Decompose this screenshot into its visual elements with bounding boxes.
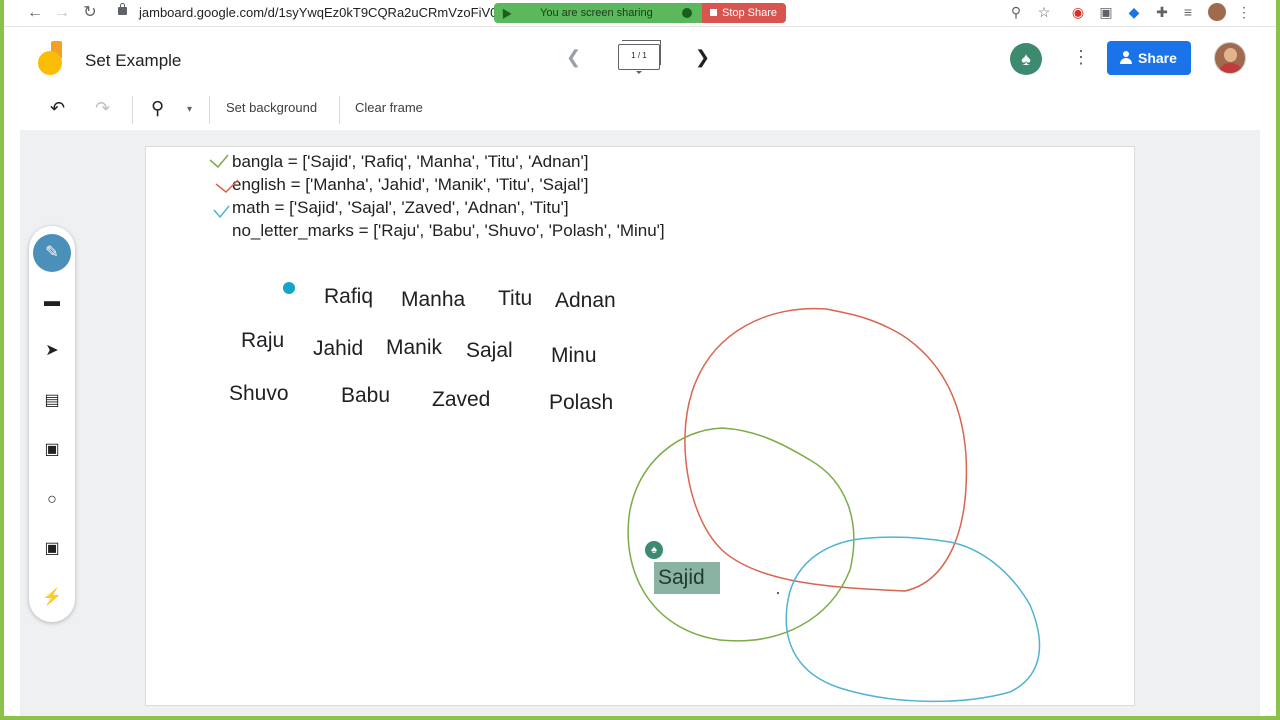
redo-icon[interactable]: ↷ (95, 98, 110, 119)
divider (132, 96, 133, 124)
previous-frame-icon[interactable]: ❮ (566, 47, 581, 68)
share-button[interactable]: Share (1107, 41, 1191, 75)
text-box-tool-icon[interactable]: ▣ (33, 530, 71, 568)
shield-icon (682, 8, 692, 18)
lock-icon (118, 3, 127, 15)
divider (339, 96, 340, 124)
eraser-tool-icon[interactable]: ▬ (33, 283, 71, 321)
menu-dots-icon[interactable]: ⋮ (1236, 4, 1252, 20)
name-manik[interactable]: Manik (386, 336, 442, 360)
bookmark-star-icon[interactable]: ☆ (1036, 4, 1052, 20)
laser-tool-icon[interactable]: ⚡ (33, 579, 71, 617)
laser-pointer-dot (283, 282, 295, 294)
set-background-button[interactable]: Set background (226, 100, 317, 115)
more-options-icon[interactable]: ⋮ (1072, 47, 1090, 68)
pen-tool-icon[interactable]: ✎ (33, 234, 71, 272)
puzzle-icon[interactable]: ✚ (1154, 4, 1170, 20)
name-polash[interactable]: Polash (549, 391, 613, 415)
name-babu[interactable]: Babu (341, 384, 390, 408)
stop-share-label: Stop Share (722, 7, 778, 19)
sticky-note-tool-icon[interactable]: ▤ (33, 382, 71, 420)
collaborator-cursor-icon: ♠ (645, 541, 663, 559)
code-line-bangla[interactable]: bangla = ['Sajid', 'Rafiq', 'Manha', 'Ti… (232, 152, 588, 172)
name-titu[interactable]: Titu (498, 287, 532, 311)
name-manha[interactable]: Manha (401, 288, 465, 312)
forward-arrow-icon[interactable]: → (52, 3, 72, 23)
frame-dropdown-icon[interactable] (636, 71, 642, 74)
name-shuvo[interactable]: Shuvo (229, 382, 289, 406)
anonymous-moose-avatar[interactable]: ♠ (1010, 43, 1042, 75)
undo-icon[interactable]: ↶ (50, 98, 65, 119)
user-avatar[interactable] (1214, 42, 1246, 74)
cursor-icon (498, 6, 512, 19)
clear-frame-button[interactable]: Clear frame (355, 100, 423, 115)
code-line-no-letter-marks[interactable]: no_letter_marks = ['Raju', 'Babu', 'Shuv… (232, 221, 665, 241)
code-line-math[interactable]: math = ['Sajid', 'Sajal', 'Zaved', 'Adna… (232, 198, 569, 218)
jamboard-logo (38, 41, 64, 75)
name-rafiq[interactable]: Rafiq (324, 285, 373, 309)
browser-toolbar: ← → ↻ jamboard.google.com/d/1syYwqEz0kT9… (0, 0, 1280, 27)
circle-tool-icon[interactable]: ○ (33, 481, 71, 519)
reading-list-icon[interactable]: ≡ (1180, 4, 1196, 20)
zoom-icon[interactable]: ⚲ (1008, 4, 1024, 20)
extension-red-icon[interactable]: ◉ (1070, 4, 1086, 20)
url-text: jamboard.google.com/d/1syYwqEz0kT9CQRa2u… (139, 5, 505, 20)
app-header: Set Example ❮ 1 / 1 ❯ ♠ ⋮ Share (20, 27, 1260, 90)
tool-panel: ✎ ▬ ➤ ▤ ▣ ○ ▣ ⚡ (29, 226, 75, 622)
divider (209, 96, 210, 124)
frame-bar-button[interactable]: 1 / 1 (618, 40, 661, 70)
profile-avatar[interactable] (1208, 3, 1226, 21)
name-jahid[interactable]: Jahid (313, 337, 363, 361)
jam-toolbar: ↶ ↷ ⚲ ▾ Set background Clear frame (20, 89, 1260, 131)
reload-icon[interactable]: ↻ (80, 3, 100, 23)
next-frame-icon[interactable]: ❯ (695, 47, 710, 68)
frame-counter: 1 / 1 (631, 51, 647, 60)
stop-icon (710, 9, 717, 16)
person-add-icon (1120, 51, 1132, 64)
stop-share-button[interactable]: Stop Share (702, 3, 786, 23)
extension-box-icon[interactable]: ▣ (1098, 4, 1114, 20)
name-zaved[interactable]: Zaved (432, 388, 490, 412)
zoom-dropdown-icon[interactable]: ▾ (187, 104, 192, 115)
sajid-text-chip[interactable]: Sajid (654, 562, 720, 594)
extension-blue-icon[interactable]: ◆ (1126, 4, 1142, 20)
name-adnan[interactable]: Adnan (555, 289, 616, 313)
name-sajal[interactable]: Sajal (466, 339, 513, 363)
share-button-label: Share (1138, 50, 1177, 66)
image-tool-icon[interactable]: ▣ (33, 431, 71, 469)
document-title[interactable]: Set Example (85, 51, 181, 71)
name-raju[interactable]: Raju (241, 329, 284, 353)
back-arrow-icon[interactable]: ← (25, 3, 45, 23)
screen-sharing-banner: You are screen sharing (494, 3, 702, 23)
zoom-in-icon[interactable]: ⚲ (151, 98, 164, 119)
code-line-english[interactable]: english = ['Manha', 'Jahid', 'Manik', 'T… (232, 175, 588, 195)
screen-sharing-text: You are screen sharing (540, 7, 653, 19)
select-tool-icon[interactable]: ➤ (33, 332, 71, 370)
name-minu[interactable]: Minu (551, 344, 597, 368)
